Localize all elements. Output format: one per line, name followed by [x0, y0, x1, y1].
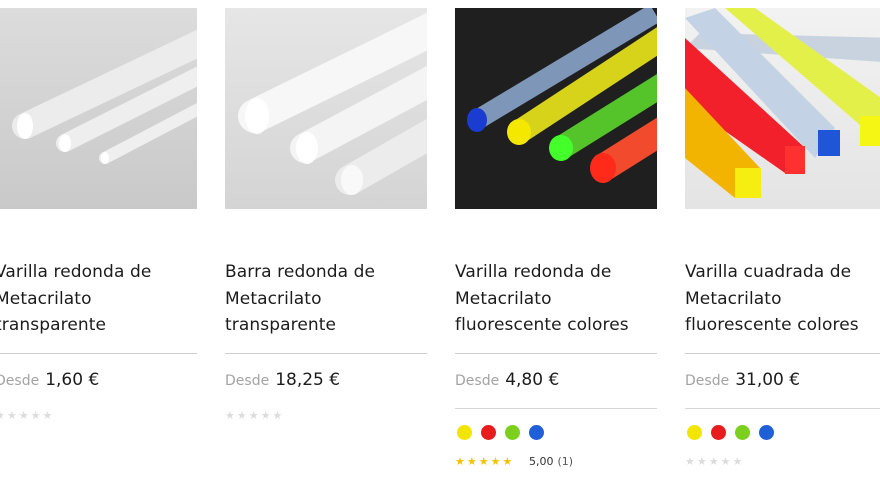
- product-image-fluorescent-round-rods[interactable]: [455, 8, 657, 209]
- rating-stars-empty: ★★★★★: [225, 409, 285, 422]
- rating-stars-filled: ★★★★★: [455, 455, 515, 468]
- product-title[interactable]: Varilla redonda de Metacrilato fluoresce…: [455, 259, 685, 339]
- product-price: Desde 31,00 €: [685, 370, 801, 390]
- product-price: Desde 1,60 €: [0, 370, 100, 390]
- product-price: Desde 18,25 €: [225, 370, 341, 390]
- color-swatch-yellow[interactable]: [457, 425, 472, 440]
- rating-stars-empty: ★★★★★: [685, 455, 745, 468]
- rating-summary: 5,00 (1): [529, 455, 574, 468]
- color-swatches: [457, 425, 544, 440]
- product-title[interactable]: Barra redonda de Metacrilato transparent…: [225, 259, 455, 339]
- divider: [455, 353, 657, 354]
- color-swatch-yellow[interactable]: [687, 425, 702, 440]
- divider: [0, 353, 197, 354]
- color-swatch-blue[interactable]: [529, 425, 544, 440]
- color-swatch-blue[interactable]: [759, 425, 774, 440]
- product-image-clear-round-bars[interactable]: [225, 8, 427, 209]
- color-swatch-red[interactable]: [481, 425, 496, 440]
- divider: [685, 353, 880, 354]
- product-image-clear-round-rods[interactable]: [0, 8, 197, 209]
- divider: [685, 408, 880, 409]
- product-title[interactable]: Varilla redonda de Metacrilato transpare…: [0, 259, 225, 339]
- color-swatch-red[interactable]: [711, 425, 726, 440]
- color-swatches: [687, 425, 774, 440]
- divider: [225, 353, 427, 354]
- color-swatch-green[interactable]: [735, 425, 750, 440]
- rating-stars-empty: ★★★★★: [0, 409, 55, 422]
- color-swatch-green[interactable]: [505, 425, 520, 440]
- product-title[interactable]: Varilla cuadrada de Metacrilato fluoresc…: [685, 259, 880, 339]
- product-price: Desde 4,80 €: [455, 370, 560, 390]
- divider: [455, 408, 657, 409]
- product-image-fluorescent-square-rods[interactable]: [685, 8, 880, 209]
